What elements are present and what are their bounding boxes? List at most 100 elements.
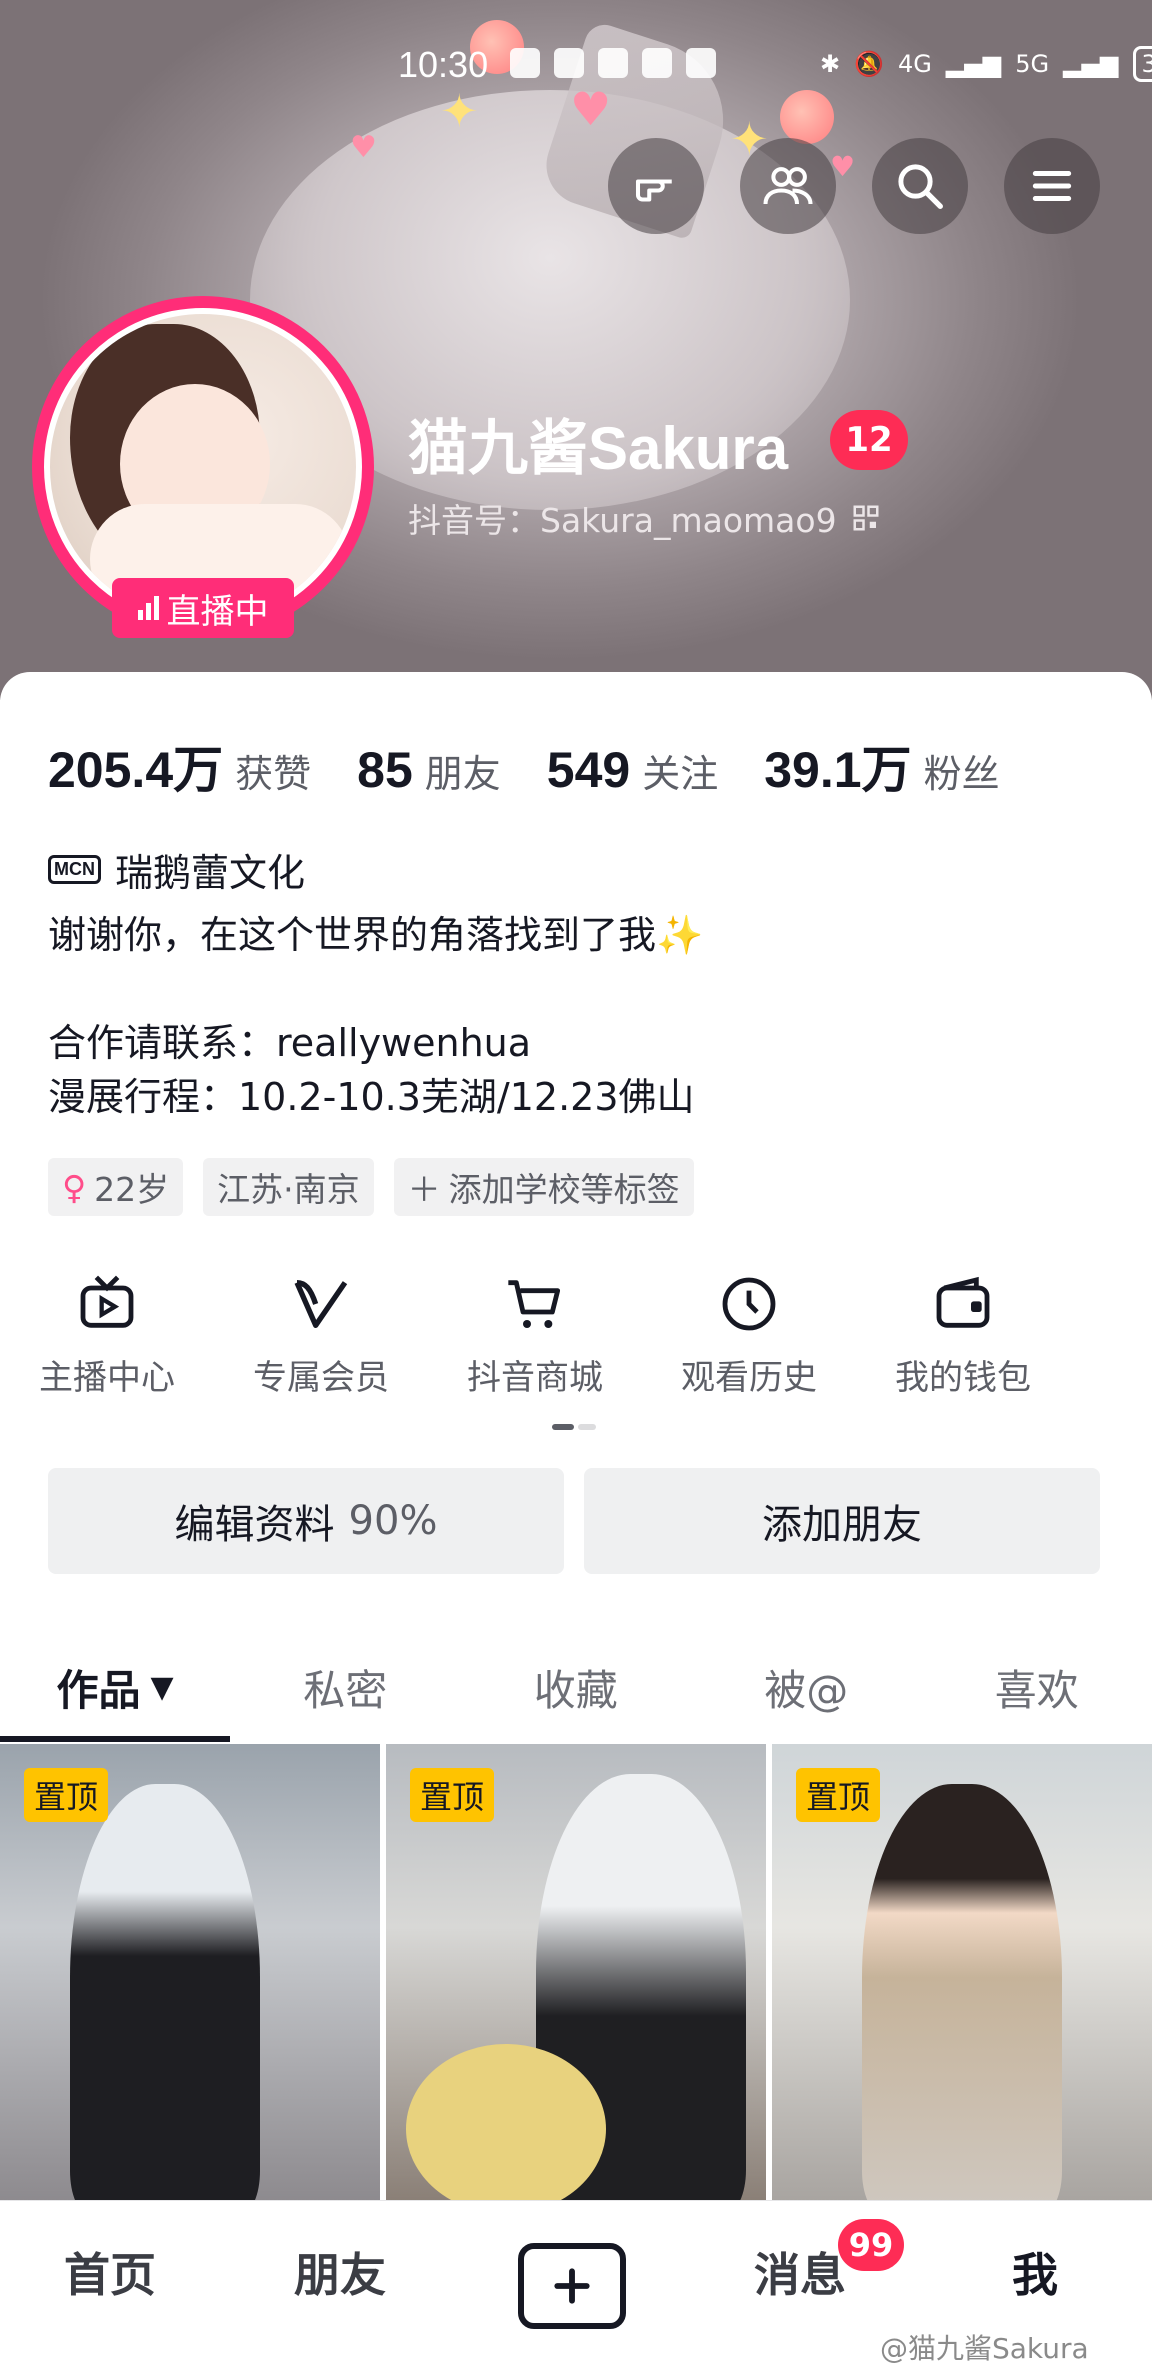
- app-icon: [642, 48, 672, 78]
- nav-messages[interactable]: 消息: [754, 2239, 846, 2305]
- service-wallet[interactable]: 我的钱包: [856, 1264, 1070, 1399]
- add-friend-label: 添加朋友: [762, 1492, 922, 1550]
- stat-label: 关注: [642, 743, 718, 798]
- age-tag-label: 22岁: [94, 1163, 169, 1211]
- caret-down-icon[interactable]: ▼: [150, 1670, 173, 1705]
- signal-5g: 5G: [1015, 50, 1049, 78]
- app-icon: [598, 48, 628, 78]
- tv-icon: [75, 1272, 139, 1336]
- nav-friends[interactable]: 朋友: [294, 2239, 386, 2305]
- stat-label: 粉丝: [924, 743, 1000, 798]
- tab-label: 收藏: [534, 1657, 618, 1718]
- people-icon: [761, 159, 815, 213]
- service-member[interactable]: 专属会员: [214, 1264, 428, 1399]
- video-thumbnail[interactable]: 置顶: [386, 1744, 766, 2202]
- peach-sticker-icon: [780, 90, 834, 144]
- video-thumbnail[interactable]: 置顶: [772, 1744, 1152, 2202]
- create-button[interactable]: [518, 2243, 626, 2329]
- stat-value: 85: [357, 741, 413, 799]
- thumbnail-figure: [406, 2044, 606, 2202]
- service-label: 我的钱包: [856, 1350, 1070, 1399]
- status-right: ✱ 🔕 4G ▂▄▆ 5G ▂▄▆ 31: [820, 46, 1152, 82]
- bio-line: 合作请联系：reallywenhua: [48, 1016, 1108, 1070]
- tab-works[interactable]: 作品 ▼: [0, 1632, 230, 1742]
- edit-profile-label: 编辑资料: [175, 1492, 335, 1550]
- tab-label: 私密: [303, 1657, 387, 1718]
- friends-button[interactable]: [740, 138, 836, 234]
- nav-me[interactable]: 我: [1012, 2239, 1058, 2305]
- pinned-badge: 置顶: [410, 1768, 494, 1822]
- level-badge[interactable]: 12: [830, 410, 908, 470]
- sparkle-sticker-icon: ✦: [440, 84, 479, 138]
- weibo-watermark: @猫九酱Sakura: [880, 2327, 1089, 2367]
- services-row: 主播中心 专属会员 抖音商城 观看历史 我的钱包: [0, 1264, 1152, 1399]
- service-label: 抖音商城: [428, 1350, 642, 1399]
- tab-private[interactable]: 私密: [230, 1632, 461, 1742]
- status-time: 10:30: [398, 44, 488, 86]
- browser-icon: [554, 48, 584, 78]
- service-label: 观看历史: [642, 1350, 856, 1399]
- video-grid: 置顶 置顶 置顶: [0, 1744, 1152, 2202]
- mcn-name: 瑞鹅蕾文化: [115, 842, 305, 897]
- stat-likes[interactable]: 205.4万 获赞: [48, 730, 311, 802]
- boss-app-icon: [686, 48, 716, 78]
- clock-icon: [717, 1272, 781, 1336]
- thumbnail-figure: [70, 1784, 260, 2202]
- stats-row: 205.4万 获赞 85 朋友 549 关注 39.1万 粉丝: [48, 730, 1046, 802]
- douyin-id-text: 抖音号：Sakura_maomao9: [408, 494, 837, 542]
- tab-label: 作品: [56, 1657, 140, 1718]
- add-tag-button[interactable]: ＋ 添加学校等标签: [394, 1158, 694, 1216]
- nickname: 猫九酱Sakura: [408, 400, 788, 487]
- location-tag: 江苏·南京: [203, 1158, 374, 1216]
- pinned-badge: 置顶: [796, 1768, 880, 1822]
- edit-profile-button[interactable]: 编辑资料 90%: [48, 1468, 564, 1574]
- service-label: 主播中心: [0, 1350, 214, 1399]
- tab-mentioned[interactable]: 被@: [691, 1632, 922, 1742]
- status-app-icons: [510, 48, 716, 78]
- add-friend-button[interactable]: 添加朋友: [584, 1468, 1100, 1574]
- wechat-icon: [510, 48, 540, 78]
- heart-sticker-icon: ♥: [570, 82, 611, 136]
- plus-icon: [550, 2264, 594, 2308]
- signal-bars-icon: ▂▄▆: [1063, 50, 1118, 78]
- pinned-badge: 置顶: [24, 1768, 108, 1822]
- mcn-row[interactable]: MCN 瑞鹅蕾文化: [48, 842, 305, 897]
- bluetooth-icon: ✱: [820, 50, 840, 78]
- messages-badge: 99: [838, 2219, 904, 2271]
- female-icon: ♀: [62, 1168, 86, 1207]
- stat-following[interactable]: 549 关注: [547, 741, 718, 799]
- edit-profile-percent: 90%: [349, 1498, 438, 1544]
- cart-icon: [503, 1272, 567, 1336]
- search-button[interactable]: [872, 138, 968, 234]
- thumbnail-figure: [862, 1784, 1062, 2202]
- live-badge[interactable]: 直播中: [112, 578, 294, 638]
- douyin-id[interactable]: 抖音号：Sakura_maomao9: [408, 494, 881, 542]
- tab-label: 喜欢: [995, 1657, 1079, 1718]
- stat-label: 朋友: [425, 743, 501, 798]
- profile-actions: 编辑资料 90% 添加朋友: [48, 1468, 1100, 1574]
- tab-favorites[interactable]: 收藏: [461, 1632, 692, 1742]
- service-history[interactable]: 观看历史: [642, 1264, 856, 1399]
- bio-line: 谢谢你，在这个世界的角落找到了我✨: [48, 908, 1108, 962]
- bottom-nav: 首页 朋友 消息 99 我 @猫九酱Sakura: [0, 2200, 1152, 2377]
- hamburger-menu-icon: [1027, 161, 1077, 211]
- service-label: 专属会员: [214, 1350, 428, 1399]
- location-tag-label: 江苏·南京: [217, 1163, 360, 1211]
- plus-icon: ＋: [408, 1163, 441, 1211]
- menu-button[interactable]: [1004, 138, 1100, 234]
- bio-line: 漫展行程：10.2-10.3芜湖/12.23佛山: [48, 1070, 1108, 1124]
- qr-code-icon[interactable]: [851, 503, 881, 533]
- signal-bars-icon: ▂▄▆: [946, 50, 1001, 78]
- nav-home[interactable]: 首页: [64, 2239, 156, 2305]
- signal-4g: 4G: [898, 50, 932, 78]
- tab-likes[interactable]: 喜欢: [922, 1632, 1152, 1742]
- wallet-icon: [931, 1272, 995, 1336]
- mute-bell-icon: 🔕: [854, 50, 884, 78]
- stat-friends[interactable]: 85 朋友: [357, 741, 501, 799]
- stat-followers[interactable]: 39.1万 粉丝: [764, 730, 999, 802]
- visitor-button[interactable]: [608, 138, 704, 234]
- service-mall[interactable]: 抖音商城: [428, 1264, 642, 1399]
- service-streamer-center[interactable]: 主播中心: [0, 1264, 214, 1399]
- search-icon: [893, 159, 947, 213]
- video-thumbnail[interactable]: 置顶: [0, 1744, 380, 2202]
